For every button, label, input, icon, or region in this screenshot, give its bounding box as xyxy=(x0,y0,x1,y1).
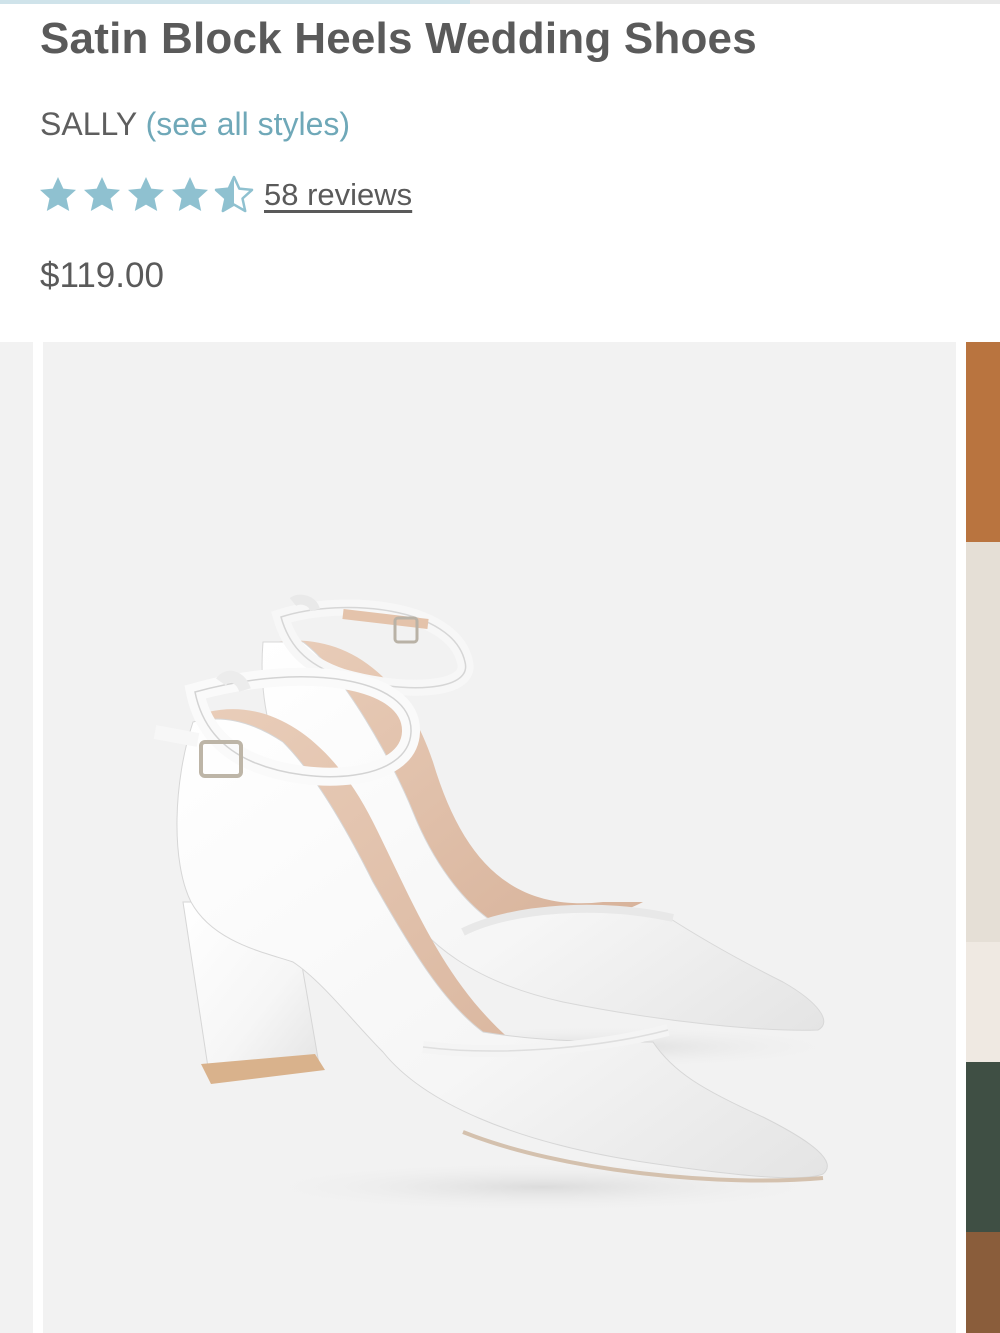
product-price: $119.00 xyxy=(40,256,164,295)
gallery-main-image[interactable] xyxy=(43,342,956,1333)
shoe-product-image xyxy=(153,594,853,1213)
rating-row: 58 reviews xyxy=(38,172,412,218)
reviews-link[interactable]: 58 reviews xyxy=(264,177,412,213)
star-icon xyxy=(172,177,208,211)
star-icon xyxy=(128,177,164,211)
brand-row: SALLY (see all styles) xyxy=(40,106,350,143)
image-gallery[interactable] xyxy=(0,342,1000,1333)
see-all-styles-link[interactable]: (see all styles) xyxy=(146,106,351,142)
page-loading-bar xyxy=(0,0,1000,4)
page-loading-bar-fill xyxy=(0,0,470,4)
gallery-previous-slide[interactable] xyxy=(0,342,33,1333)
star-rating xyxy=(38,175,258,215)
star-icon xyxy=(84,177,120,211)
next-slide-thumbnail xyxy=(966,342,1000,1333)
gallery-next-slide[interactable] xyxy=(966,342,1000,1333)
star-icon xyxy=(40,177,76,211)
brand-name: SALLY xyxy=(40,106,137,142)
star-half-icon xyxy=(214,175,254,213)
product-title: Satin Block Heels Wedding Shoes xyxy=(40,14,757,63)
